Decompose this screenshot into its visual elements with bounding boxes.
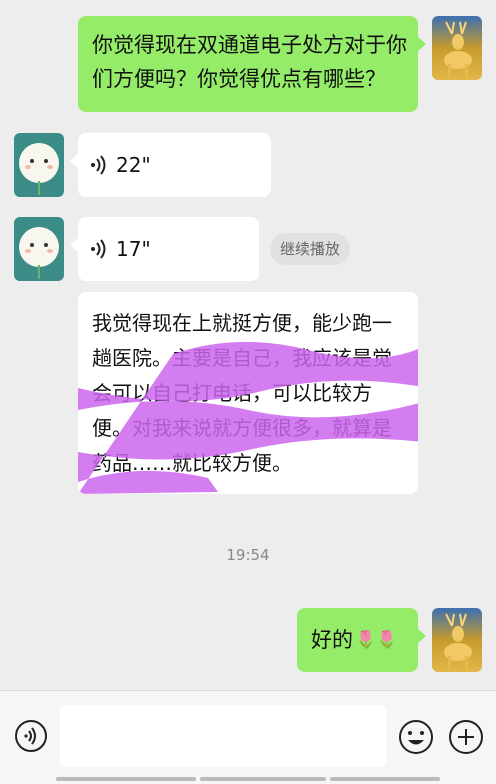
message-text: 好的 <box>311 628 353 652</box>
outgoing-message-ok[interactable]: 好的 🌷🌷 <box>297 608 426 672</box>
self-avatar[interactable] <box>432 16 482 80</box>
plus-icon[interactable] <box>448 719 484 759</box>
home-indicator-right <box>330 777 440 781</box>
contact-avatar[interactable] <box>14 133 64 197</box>
chat-timestamp: 19:54 <box>226 546 270 564</box>
home-indicator-middle <box>200 777 326 781</box>
voice-duration: 22" <box>116 153 151 177</box>
message-input[interactable] <box>60 705 386 767</box>
continue-playing-button[interactable]: 继续播放 <box>270 233 351 265</box>
contact-avatar[interactable] <box>14 217 64 281</box>
voice-wave-icon <box>91 239 106 259</box>
voice-duration: 17" <box>116 237 151 261</box>
voice-wave-icon <box>91 155 106 175</box>
emoji-icon[interactable] <box>398 719 434 759</box>
chat-input-bar <box>0 690 496 784</box>
tulip-emoji: 🌷🌷 <box>355 630 398 650</box>
home-indicator-left <box>56 777 196 781</box>
redaction-scribble <box>78 341 418 494</box>
outgoing-message-question[interactable]: 你觉得现在双通道电子处方对于你们方便吗？你觉得优点有哪些？ <box>78 16 426 112</box>
incoming-voice-message[interactable]: 22" <box>70 133 271 197</box>
voice-mode-icon[interactable] <box>14 719 48 757</box>
incoming-voice-message[interactable]: 17" <box>70 217 259 281</box>
voice-transcription-text: 我觉得现在上就挺方便，能少跑一趟医院。主要是自己，我应该是觉会可以自己打电话，可… <box>78 292 418 494</box>
self-avatar[interactable] <box>432 608 482 672</box>
message-text: 你觉得现在双通道电子处方对于你们方便吗？你觉得优点有哪些？ <box>92 33 407 91</box>
